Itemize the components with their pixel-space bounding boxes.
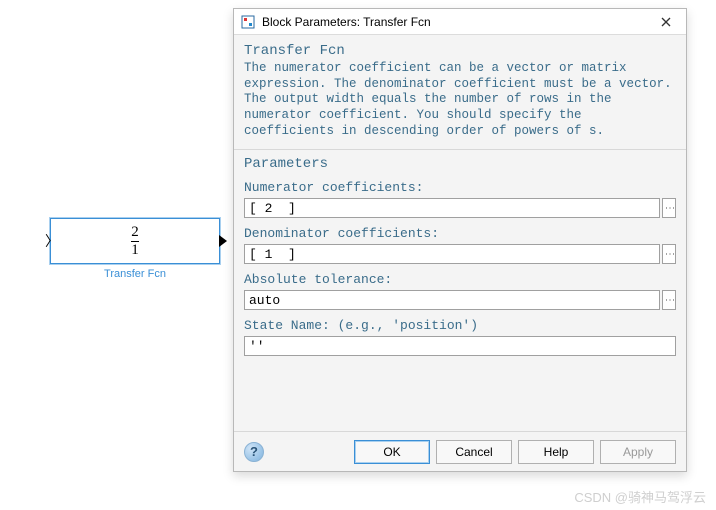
section-title: Transfer Fcn: [244, 43, 676, 59]
block-numerator: 2: [131, 225, 139, 240]
ok-button[interactable]: OK: [354, 440, 430, 464]
watermark: CSDN @骑神马驾浮云: [574, 487, 706, 506]
statename-label: State Name: (e.g., 'position'): [244, 318, 676, 333]
titlebar[interactable]: Block Parameters: Transfer Fcn: [234, 9, 686, 35]
abstol-input[interactable]: [244, 290, 660, 310]
apply-button: Apply: [600, 440, 676, 464]
close-button[interactable]: [648, 9, 684, 34]
block-denominator: 1: [131, 241, 139, 258]
abstol-label: Absolute tolerance:: [244, 272, 676, 287]
section-description: The numerator coefficient can be a vecto…: [244, 61, 676, 139]
separator: [234, 149, 686, 150]
denominator-more-button[interactable]: ⋮: [662, 244, 676, 264]
block-fraction: 2 1: [131, 225, 139, 258]
output-port-icon: [219, 235, 227, 247]
denominator-label: Denominator coefficients:: [244, 226, 676, 241]
statename-input[interactable]: [244, 336, 676, 356]
denominator-input[interactable]: [244, 244, 660, 264]
transfer-fcn-block[interactable]: 〉 2 1 Transfer Fcn: [50, 218, 220, 280]
cancel-button[interactable]: Cancel: [436, 440, 512, 464]
numerator-label: Numerator coefficients:: [244, 180, 676, 195]
close-icon: [661, 17, 671, 27]
input-port-icon: 〉: [45, 231, 59, 251]
block-parameters-dialog: Block Parameters: Transfer Fcn Transfer …: [233, 8, 687, 472]
help-button[interactable]: Help: [518, 440, 594, 464]
dialog-body: Transfer Fcn The numerator coefficient c…: [234, 35, 686, 431]
dialog-title: Block Parameters: Transfer Fcn: [262, 15, 648, 29]
dialog-footer: ? OK Cancel Help Apply: [234, 431, 686, 471]
numerator-more-button[interactable]: ⋮: [662, 198, 676, 218]
abstol-more-button[interactable]: ⋮: [662, 290, 676, 310]
block-body[interactable]: 〉 2 1: [50, 218, 220, 264]
numerator-input[interactable]: [244, 198, 660, 218]
block-caption: Transfer Fcn: [50, 268, 220, 280]
context-help-icon[interactable]: ?: [244, 442, 264, 462]
parameters-heading: Parameters: [244, 156, 676, 172]
simulink-icon: [240, 14, 256, 30]
